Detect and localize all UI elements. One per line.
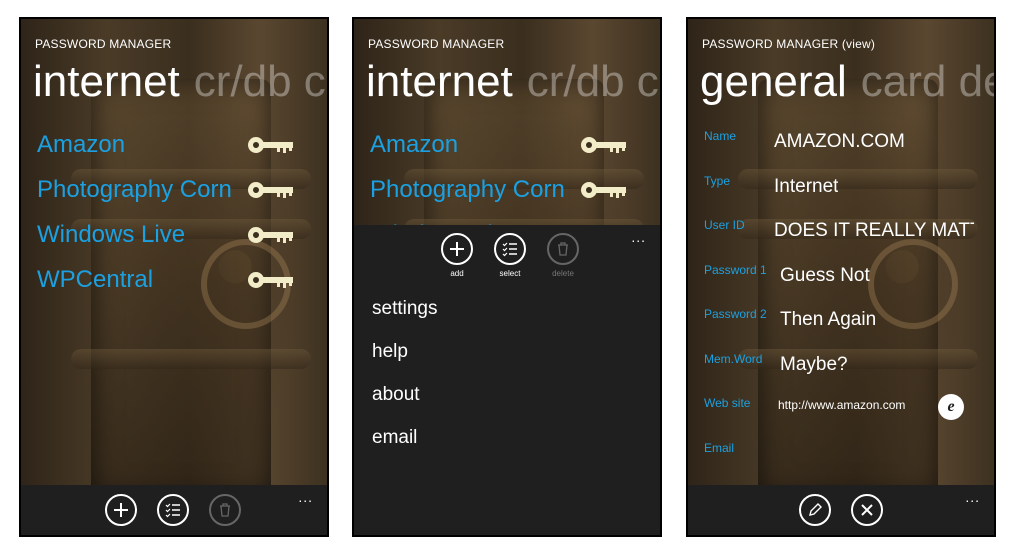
add-button[interactable] [105, 494, 137, 526]
list-item-label: Windows Live [37, 221, 186, 248]
field-value[interactable]: http://www.amazon.com [778, 398, 905, 412]
menu-item-about[interactable]: about [372, 379, 437, 422]
list-item[interactable]: WPCentral [37, 262, 317, 307]
field-row-web-site: Web site http://www.amazon.com e [688, 394, 994, 438]
application-bar: ... [21, 485, 327, 535]
field-label: Type [704, 174, 731, 188]
close-icon [861, 504, 873, 516]
edit-icon [809, 503, 822, 516]
select-button-circle [494, 233, 526, 265]
edit-button[interactable] [799, 494, 831, 526]
select-button[interactable] [157, 494, 189, 526]
list-item-label: WPCentral [37, 266, 154, 293]
field-row-type: Type Internet [688, 172, 994, 216]
browser-icon[interactable]: e [938, 394, 964, 420]
field-value[interactable]: Guess Not [780, 265, 870, 287]
delete-button-circle [547, 233, 579, 265]
pivot-header: internet cr/db c [33, 57, 326, 107]
field-value[interactable]: Then Again [780, 309, 876, 331]
list-item-label: Amazon [37, 131, 126, 158]
key-icon [581, 137, 626, 153]
list-item-label: Photography Corn [37, 176, 232, 203]
delete-icon [220, 503, 230, 517]
field-label: Password 1 [704, 263, 767, 277]
delete-button-label: delete [552, 269, 574, 278]
key-icon [581, 182, 626, 198]
add-button[interactable]: add [432, 233, 482, 278]
pivot-header: general card de [700, 57, 994, 107]
field-value[interactable]: Internet [774, 176, 838, 198]
list-item-label: Photography Corn [370, 176, 565, 203]
close-button[interactable] [851, 494, 883, 526]
select-button-label: select [499, 269, 521, 278]
pivot-tab-next[interactable]: cr/db c [194, 57, 326, 106]
field-row-user-id: User ID DOES IT REALLY MATTE [688, 216, 994, 260]
field-label: Email [704, 441, 735, 455]
pivot-tab-internet[interactable]: internet [366, 57, 513, 106]
app-title: PASSWORD MANAGER [35, 37, 172, 51]
delete-button[interactable] [209, 494, 241, 526]
field-label: Mem.Word [704, 352, 763, 366]
delete-icon [558, 242, 568, 256]
pivot-header: internet cr/db c [366, 57, 659, 107]
select-icon [502, 242, 517, 257]
more-options-button[interactable]: ... [965, 489, 980, 505]
add-button-label: add [450, 269, 464, 278]
menu-item-email[interactable]: email [372, 422, 437, 465]
field-label: Password 2 [704, 307, 767, 321]
select-icon [165, 503, 180, 518]
pivot-tab-general[interactable]: general [700, 57, 847, 106]
field-row-email: Email [688, 439, 994, 483]
phone-screen-menu: PASSWORD MANAGER internet cr/db c Amazon … [352, 17, 662, 537]
list-item[interactable]: Photography Corn [370, 172, 650, 217]
field-row-password-1: Password 1 Guess Not [688, 261, 994, 305]
phone-screen-view: PASSWORD MANAGER (view) general card de N… [686, 17, 996, 537]
app-title: PASSWORD MANAGER [368, 37, 505, 51]
select-button[interactable]: select [485, 233, 535, 278]
more-options-button[interactable]: ... [298, 489, 313, 505]
add-button-circle [441, 233, 473, 265]
key-icon [248, 182, 293, 198]
application-bar: ... [688, 485, 994, 535]
list-item[interactable]: Windows Live [37, 217, 317, 262]
pivot-tab-internet[interactable]: internet [33, 57, 180, 106]
more-options-button[interactable]: ... [631, 229, 646, 245]
key-icon [248, 137, 293, 153]
field-value[interactable]: Maybe? [780, 354, 848, 376]
field-label: User ID [704, 218, 745, 232]
list-item-label: Amazon [370, 131, 459, 158]
menu-item-help[interactable]: help [372, 336, 437, 379]
add-icon [450, 242, 464, 256]
delete-button[interactable]: delete [538, 233, 588, 278]
add-icon [114, 503, 128, 517]
field-value[interactable]: DOES IT REALLY MATTE [774, 220, 974, 242]
field-row-mem-word: Mem.Word Maybe? [688, 350, 994, 394]
key-icon [248, 227, 293, 243]
app-title: PASSWORD MANAGER (view) [702, 37, 876, 51]
application-bar-expanded: ... add select delete settings help abou… [354, 225, 660, 535]
key-icon [248, 272, 293, 288]
pivot-tab-next[interactable]: cr/db c [527, 57, 659, 106]
list-item[interactable]: Amazon [37, 127, 317, 172]
pivot-tab-card[interactable]: card de [861, 57, 994, 106]
field-row-name: Name AMAZON.COM [688, 127, 994, 171]
appbar-menu: settings help about email [372, 293, 437, 465]
field-value[interactable]: AMAZON.COM [774, 131, 905, 153]
list-item[interactable]: Photography Corn [37, 172, 317, 217]
entry-list: Amazon Photography Corn Windows Live WPC… [37, 127, 317, 307]
field-row-password-2: Password 2 Then Again [688, 305, 994, 349]
field-label: Name [704, 129, 737, 143]
menu-item-settings[interactable]: settings [372, 293, 437, 336]
field-label: Web site [704, 396, 751, 410]
phone-screen-list: PASSWORD MANAGER internet cr/db c Amazon … [19, 17, 329, 537]
list-item[interactable]: Amazon [370, 127, 650, 172]
